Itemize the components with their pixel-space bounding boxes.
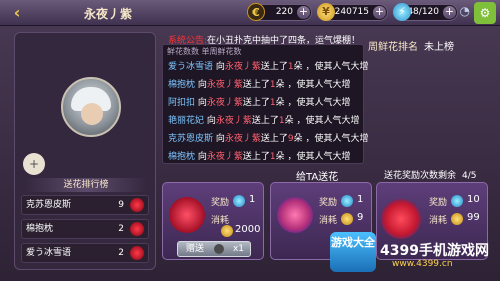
watermark-logo: 游戏大全 [330, 232, 376, 272]
fresh-rank-label: 周鲜花排名 [368, 42, 418, 53]
log-header: 鲜花数数 单周鲜花数 [167, 47, 242, 56]
rank-count: 2 [118, 248, 124, 258]
send-count: x1 [232, 244, 244, 254]
weekly-fresh-rank: 周鲜花排名 未上榜 [368, 38, 454, 53]
cost-label: 消耗 [319, 216, 338, 226]
flower-card-1[interactable]: 奖励 1 消耗 2000 赠送 x1 [162, 182, 264, 260]
rose-icon [130, 222, 144, 236]
coin-icon [341, 213, 353, 225]
energy-icon [451, 195, 463, 207]
cost-value: 9 [357, 212, 364, 223]
cost-value: 2000 [235, 224, 261, 235]
gold-resource: € 220 + [247, 3, 312, 21]
cost-value: 99 [467, 212, 480, 223]
rank-name: 爱う冰雪语 [26, 248, 72, 258]
rose-bouquet-icon [381, 199, 421, 239]
fresh-rank-value: 未上榜 [424, 42, 454, 53]
watermark-text: 4399手机游戏网 [380, 243, 489, 259]
add-gold-button[interactable]: + [297, 6, 310, 19]
reward-remaining: 送花奖励次数剩余 4/5 [384, 168, 477, 181]
back-arrow-icon[interactable]: ‹ [6, 3, 28, 23]
log-sender[interactable]: 棉抱枕 [168, 80, 195, 90]
rank-name: 克苏恩皮斯 [26, 200, 72, 210]
log-line: 棉抱枕 向永夜丿紫送上了1朵 ，使其人气大增 [168, 152, 351, 162]
top-bar: ‹ 永夜丿紫 € 220 + ¥ 240715 + ⚡ 148/120 + ◔ … [0, 0, 500, 26]
coin-icon: ¥ [317, 3, 335, 21]
single-rose-icon [169, 197, 205, 233]
bouquet-icon [277, 197, 313, 233]
rank-title: 送花排行榜 [25, 178, 147, 192]
rank-name: 棉抱枕 [26, 224, 54, 234]
reward-value: 1 [357, 194, 364, 205]
reward-label: 奖励 [211, 198, 230, 208]
add-friend-icon[interactable]: + [23, 153, 45, 175]
reward-value: 1 [249, 194, 256, 205]
reward-label: 奖励 [429, 198, 448, 208]
app-frame: ‹ 永夜丿紫 € 220 + ¥ 240715 + ⚡ 148/120 + ◔ … [0, 0, 500, 281]
avatar-face [81, 103, 103, 125]
log-line: 爱う冰雪语 向永夜丿紫送上了1朵 ，使其人气大增 [168, 62, 369, 72]
add-energy-button[interactable]: + [443, 6, 456, 19]
rank-row[interactable]: 棉抱枕 2 [21, 219, 149, 239]
log-line: 棉抱枕 向永夜丿紫送上了1朵 ，使其人气大增 [168, 80, 351, 90]
energy-resource: ⚡ 148/120 + [393, 3, 458, 21]
gift-log-panel[interactable]: 鲜花数数 单周鲜花数 爱う冰雪语 向永夜丿紫送上了1朵 ，使其人气大增 棉抱枕 … [162, 44, 369, 164]
send-button[interactable]: 赠送 x1 [177, 241, 251, 257]
rank-count: 9 [118, 200, 124, 210]
rank-row[interactable]: 克苏恩皮斯 9 [21, 195, 149, 215]
remaining-count: 4/5 [462, 171, 477, 181]
log-sender[interactable]: 艳丽花妃 [168, 116, 204, 126]
wifi-icon: ◔ [459, 4, 470, 18]
remaining-label: 送花奖励次数剩余 [384, 171, 457, 181]
energy-icon: ⚡ [393, 3, 411, 21]
log-line: 阿扣扣 向永夜丿紫送上了1朵 ，使其人气大增 [168, 98, 351, 108]
coin-icon [221, 225, 233, 237]
energy-icon [233, 195, 245, 207]
give-flower-title: 给TA送花 [296, 172, 339, 183]
rose-icon [130, 246, 144, 260]
watermark-url: www.4399.cn [392, 259, 453, 269]
rose-icon [130, 198, 144, 212]
reward-value: 10 [467, 194, 480, 205]
coin-value: 240715 [334, 7, 369, 17]
add-coin-button[interactable]: + [373, 6, 386, 19]
log-sender[interactable]: 棉抱枕 [168, 152, 195, 162]
coin-resource: ¥ 240715 + [317, 3, 388, 21]
rank-row[interactable]: 爱う冰雪语 2 [21, 243, 149, 263]
energy-icon [341, 195, 353, 207]
rank-count: 2 [118, 224, 124, 234]
send-label: 赠送 [186, 244, 205, 254]
gold-value: 220 [275, 7, 293, 17]
rose-icon [214, 244, 224, 254]
coin-icon [451, 213, 463, 225]
cost-label: 消耗 [429, 216, 448, 226]
log-sender[interactable]: 阿扣扣 [168, 98, 195, 108]
player-name: 永夜丿紫 [84, 7, 133, 21]
log-sender[interactable]: 克苏恩皮斯 [168, 134, 213, 144]
settings-gear-icon[interactable]: ⚙ [474, 2, 496, 24]
log-line: 艳丽花妃 向永夜丿紫送上了1朵 ，使其人气大增 [168, 116, 360, 126]
profile-panel: + 送花排行榜 克苏恩皮斯 9 棉抱枕 2 爱う冰雪语 2 [14, 32, 156, 270]
log-line: 克苏恩皮斯 向永夜丿紫送上了9朵 ，使其人气大增 [168, 134, 369, 144]
log-sender[interactable]: 爱う冰雪语 [168, 62, 213, 72]
gold-icon: € [247, 3, 265, 21]
reward-label: 奖励 [319, 198, 338, 208]
avatar[interactable] [61, 77, 121, 137]
